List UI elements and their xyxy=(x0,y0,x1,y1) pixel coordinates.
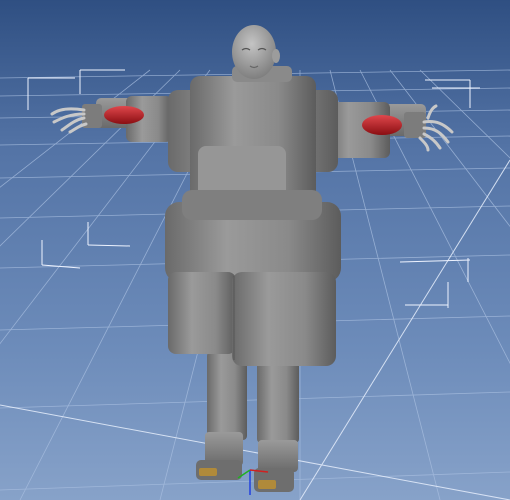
torso[interactable] xyxy=(168,76,338,220)
viewport-canvas[interactable] xyxy=(0,0,510,500)
right-arm[interactable] xyxy=(326,102,454,158)
head[interactable] xyxy=(232,25,292,82)
left-leg[interactable] xyxy=(196,352,247,480)
hip-block[interactable] xyxy=(165,202,341,366)
3d-viewport[interactable] xyxy=(0,0,510,500)
robot-model[interactable] xyxy=(50,25,454,492)
left-hand xyxy=(50,107,88,134)
left-arm[interactable] xyxy=(50,96,172,142)
